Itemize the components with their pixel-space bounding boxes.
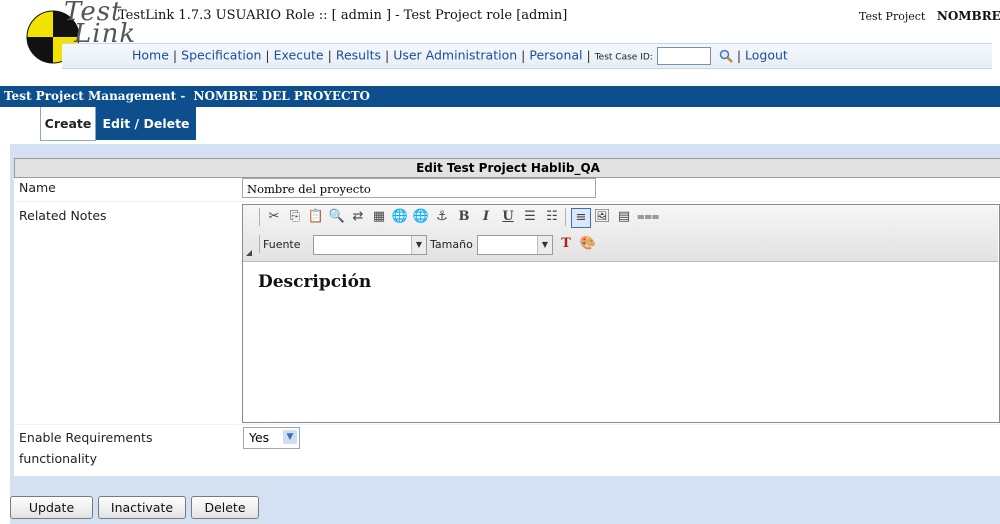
row-divider — [14, 424, 1000, 425]
bold-icon[interactable]: B — [455, 208, 473, 226]
tab-edit-delete[interactable]: Edit / Delete — [96, 107, 196, 140]
font-label: Fuente — [263, 238, 301, 251]
italic-icon[interactable]: I — [477, 208, 495, 226]
menu-results[interactable]: Results — [336, 48, 381, 63]
inactivate-button[interactable]: Inactivate — [98, 496, 186, 519]
table-icon[interactable]: ▤ — [615, 208, 633, 226]
app-version: TestLink 1.7.3 — [118, 8, 212, 23]
delete-button[interactable]: Delete — [191, 496, 259, 519]
requirements-label-line1: Enable Requirements — [19, 430, 153, 445]
test-project-value[interactable]: NOMBRE — [937, 9, 1000, 23]
replace-icon[interactable]: ⇄ — [349, 208, 367, 226]
logout-link[interactable]: Logout — [745, 48, 788, 63]
align-left-icon[interactable]: ≡ — [571, 208, 591, 228]
page-title-bar: Test Project Management - NOMBRE DEL PRO… — [0, 86, 1000, 107]
page-title-prefix: Test Project Management - — [4, 89, 186, 103]
update-button[interactable]: Update — [10, 496, 93, 519]
background-color-icon[interactable]: 🎨 — [579, 235, 597, 253]
requirements-label-line2: functionality — [19, 451, 97, 466]
menu-execute[interactable]: Execute — [274, 48, 324, 63]
main-menu: Home | Specification | Execute | Results | User … — [132, 47, 788, 65]
user-name: USUARIO — [215, 8, 282, 23]
menu-user-administration[interactable]: User Administration — [393, 48, 517, 63]
testcase-id-input[interactable] — [656, 47, 711, 65]
unlink-icon[interactable]: 🌐 — [412, 208, 430, 226]
menu-home[interactable]: Home — [132, 48, 169, 63]
cut-icon[interactable]: ✂ — [265, 208, 283, 226]
tab-create[interactable]: Create — [40, 107, 96, 141]
editor-content[interactable]: Descripción — [258, 272, 371, 292]
underline-icon[interactable]: U — [499, 208, 517, 226]
unordered-list-icon[interactable]: ☷ — [543, 208, 561, 226]
project-name: NOMBRE DEL PROYECTO — [193, 89, 370, 103]
link-icon[interactable]: 🌐 — [391, 208, 409, 226]
chevron-down-icon: ▼ — [283, 430, 297, 444]
size-select[interactable]: ▼ — [477, 235, 553, 255]
image-icon[interactable]: 🖼 — [593, 208, 611, 226]
horizontal-rule-icon[interactable]: ⩶ — [637, 208, 659, 226]
toolbar-collapse-icon[interactable] — [246, 250, 252, 256]
chevron-down-icon: ▼ — [537, 236, 552, 254]
testcase-id-label: Test Case ID: — [594, 52, 653, 63]
form-header: Edit Test Project Hablib_QA — [14, 158, 1000, 178]
paste-icon[interactable]: 📋 — [307, 208, 325, 226]
row-divider — [14, 201, 1000, 202]
size-label: Tamaño — [430, 238, 473, 251]
anchor-icon[interactable]: ⚓ — [433, 208, 451, 226]
session-info: TestLink 1.7.3 USUARIO Role :: [ admin ]… — [118, 8, 567, 23]
find-icon[interactable]: 🔍 — [328, 208, 346, 226]
name-label: Name — [19, 180, 56, 195]
menu-personal[interactable]: Personal — [529, 48, 582, 63]
test-project-indicator: Test Project NOMBRE — [859, 9, 1000, 23]
requirements-select[interactable]: Yes ▼ — [243, 427, 300, 449]
chevron-down-icon: ▼ — [411, 236, 426, 254]
text-color-icon[interactable]: T — [557, 235, 575, 253]
search-icon[interactable] — [719, 49, 733, 63]
copy-icon[interactable]: ⎘ — [286, 208, 304, 226]
test-project-label: Test Project — [859, 10, 926, 23]
ordered-list-icon[interactable]: ☰ — [521, 208, 539, 226]
role-text: Role :: [ admin ] - Test Project role [a… — [285, 8, 568, 23]
menu-specification[interactable]: Specification — [181, 48, 261, 63]
name-field[interactable]: Nombre del proyecto — [242, 178, 596, 198]
notes-label: Related Notes — [19, 208, 107, 223]
select-all-icon[interactable]: ▦ — [370, 208, 388, 226]
font-select[interactable]: ▼ — [313, 235, 427, 255]
requirements-value: Yes — [249, 430, 270, 445]
